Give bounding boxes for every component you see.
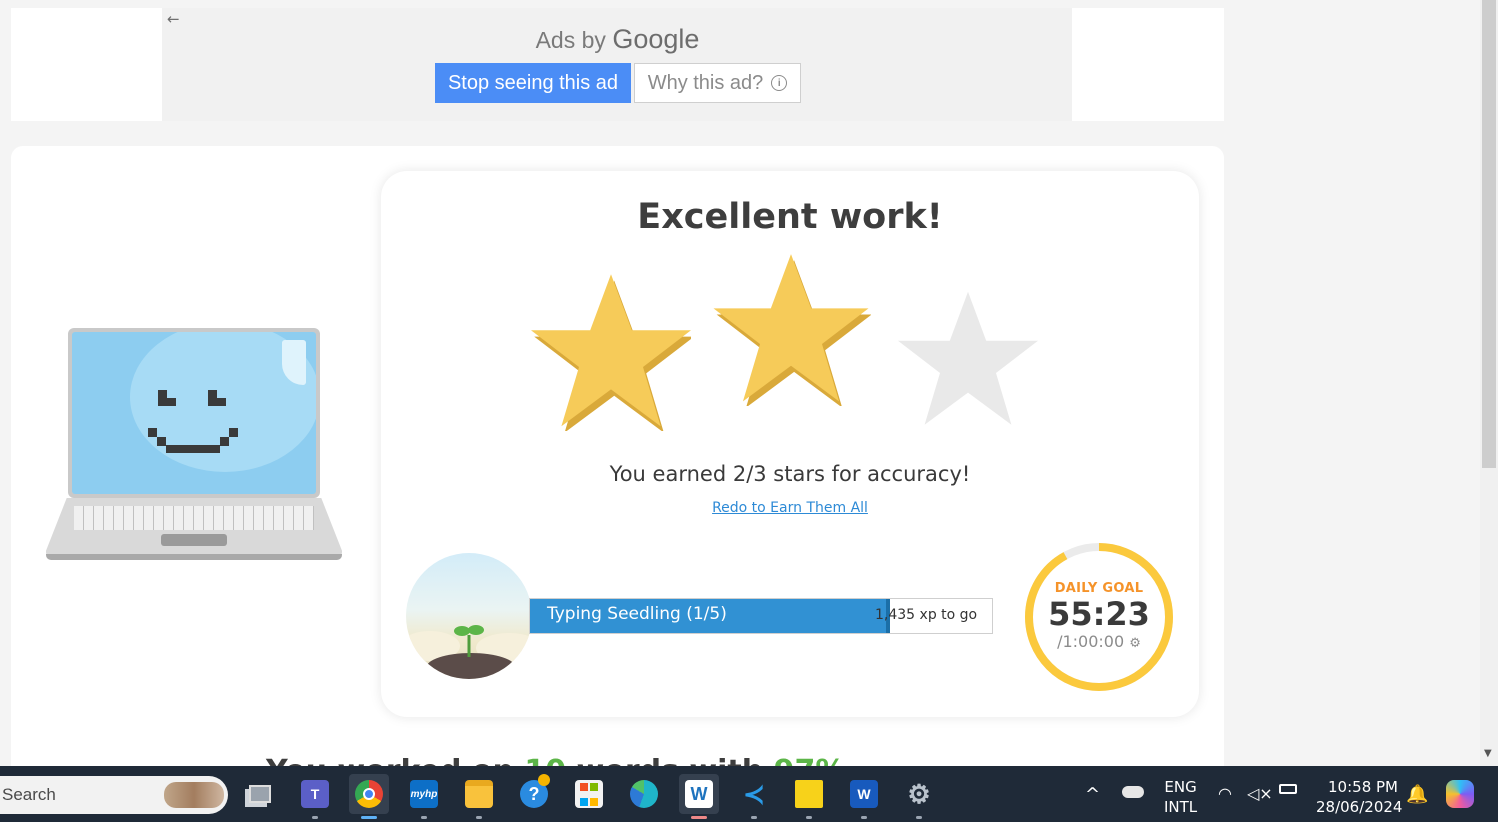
- search-highlight-image[interactable]: [164, 782, 224, 808]
- search-placeholder[interactable]: Search: [2, 785, 56, 805]
- daily-goal-label: DAILY GOAL: [1054, 581, 1144, 596]
- show-hidden-icons-chevron-icon[interactable]: ^: [1085, 784, 1100, 805]
- stop-seeing-ad-button[interactable]: Stop seeing this ad: [435, 63, 631, 103]
- accuracy-stars: [531, 251, 1051, 436]
- notification-bell-icon[interactable]: 🔔: [1406, 784, 1428, 805]
- ad-buttons: Stop seeing this ad Why this ad? i: [435, 63, 801, 103]
- why-this-ad-label: Why this ad?: [647, 71, 764, 94]
- star-icon: [531, 274, 691, 431]
- laptop-bottom-edge: [46, 554, 342, 560]
- right-eye-foot: [208, 398, 226, 406]
- vs-code-icon[interactable]: ≺: [734, 774, 774, 819]
- laptop-touchpad: [161, 534, 227, 546]
- battery-icon[interactable]: [1279, 784, 1297, 794]
- info-icon: i: [771, 75, 788, 91]
- wifi-icon[interactable]: ◠: [1218, 784, 1232, 803]
- lesson-result-panel: Excellent work! You earned 2/3 stars for…: [11, 146, 1224, 786]
- laptop-screen-display: [72, 332, 316, 494]
- daily-goal-time: 55:23: [1048, 595, 1150, 633]
- input-language-indicator[interactable]: ENG INTL: [1164, 777, 1197, 817]
- daily-goal-target: /1:00:00 ⚙: [1023, 632, 1175, 651]
- mouth-left-inner: [157, 437, 166, 446]
- result-card: Excellent work! You earned 2/3 stars for…: [381, 171, 1199, 717]
- redo-lesson-link[interactable]: Redo to Earn Them All: [381, 500, 1199, 516]
- edge-icon[interactable]: [624, 774, 664, 814]
- sprout-icon: [454, 625, 484, 657]
- clock-date[interactable]: 28/06/2024: [1316, 797, 1402, 817]
- lang-line2[interactable]: INTL: [1164, 797, 1197, 817]
- daily-goal-widget[interactable]: DAILY GOAL 55:23 /1:00:00 ⚙: [1023, 541, 1175, 693]
- volume-muted-icon[interactable]: ◁×: [1247, 784, 1273, 803]
- get-help-icon[interactable]: ?: [514, 774, 554, 814]
- seedling-badge: [406, 553, 532, 679]
- task-view-icon[interactable]: [240, 774, 280, 814]
- taskbar-search-box[interactable]: Search: [0, 776, 228, 814]
- system-clock[interactable]: 10:58 PM 28/06/2024: [1316, 777, 1402, 817]
- mouth-bottom: [166, 445, 220, 453]
- why-this-ad-button[interactable]: Why this ad? i: [634, 63, 801, 103]
- laptop-keyboard: [74, 506, 314, 530]
- ad-banner: ← Ads by Google Stop seeing this ad Why …: [11, 8, 1224, 121]
- page-scrollbar[interactable]: ▲ ▼: [1480, 0, 1498, 766]
- laptop-mascot: [46, 328, 346, 563]
- teams-icon[interactable]: T: [295, 774, 335, 819]
- scroll-down-icon[interactable]: ▼: [1484, 748, 1492, 759]
- lang-line1[interactable]: ENG: [1164, 777, 1197, 797]
- star-icon: [713, 254, 871, 406]
- laptop-screen: [68, 328, 320, 498]
- redo-link-label[interactable]: Redo to Earn Them All: [712, 500, 868, 516]
- myhp-icon[interactable]: myhp: [404, 774, 444, 819]
- writer-icon[interactable]: W: [679, 774, 719, 819]
- daily-goal-text: DAILY GOAL 55:23 /1:00:00 ⚙: [1023, 581, 1175, 651]
- mouth-left: [148, 428, 157, 437]
- level-label: Typing Seedling (1/5): [547, 604, 727, 624]
- xp-progress-bar: Typing Seedling (1/5) 1,435 xp to go: [529, 598, 993, 634]
- accuracy-message: You earned 2/3 stars for accuracy!: [609, 462, 971, 486]
- left-eye-foot: [158, 398, 176, 406]
- settings-icon[interactable]: ⚙: [899, 774, 939, 819]
- word-icon[interactable]: W: [844, 774, 884, 819]
- google-logo: Google: [612, 24, 700, 54]
- windows-taskbar: Search T myhp ? W ≺ W ⚙ ^ ENG INTL ◠ ◁× …: [0, 766, 1498, 822]
- file-explorer-icon[interactable]: [459, 774, 499, 819]
- gear-icon[interactable]: ⚙: [1129, 636, 1141, 651]
- clock-time[interactable]: 10:58 PM: [1316, 777, 1398, 797]
- onedrive-cloud-icon[interactable]: [1122, 786, 1144, 798]
- ads-by-prefix: Ads by: [535, 27, 606, 53]
- daily-goal-target-value: /1:00:00: [1057, 632, 1125, 651]
- microsoft-store-icon[interactable]: [569, 774, 609, 814]
- ads-by-google-label: Ads by Google: [11, 24, 1224, 55]
- scrollbar-thumb[interactable]: [1482, 0, 1496, 468]
- sticky-notes-icon[interactable]: [789, 774, 829, 819]
- star-empty-icon: [898, 291, 1038, 425]
- chrome-icon[interactable]: [349, 774, 389, 819]
- copilot-icon[interactable]: [1440, 774, 1480, 814]
- xp-to-go: 1,435 xp to go: [875, 607, 978, 623]
- result-title: Excellent work!: [637, 197, 943, 237]
- mouth-right: [229, 428, 238, 437]
- mouth-right-inner: [220, 437, 229, 446]
